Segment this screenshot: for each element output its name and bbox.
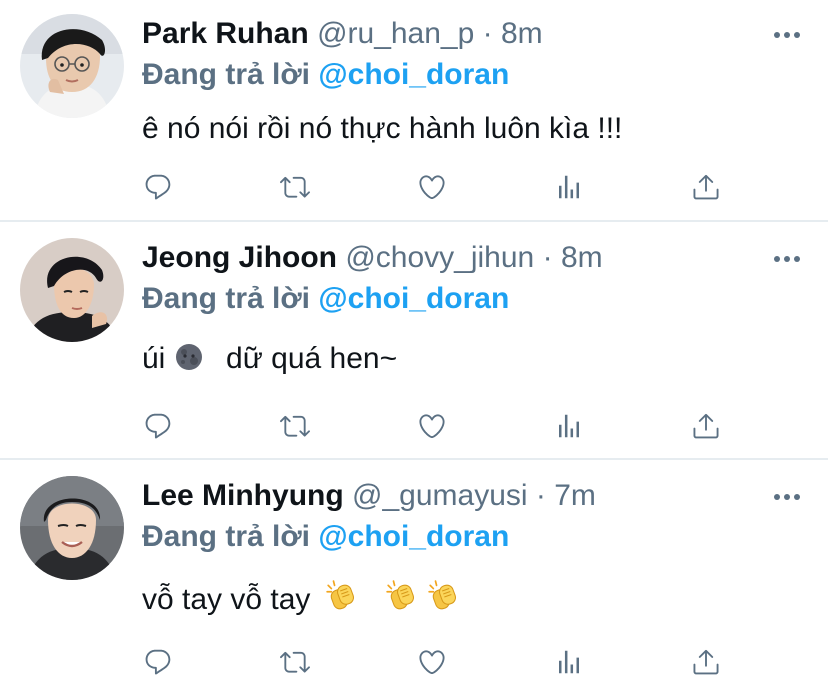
replying-to-label: Đang trả lời	[142, 520, 311, 553]
mention-link[interactable]: @choi_doran	[318, 58, 509, 91]
user-handle[interactable]: @_gumayusi	[352, 479, 528, 512]
tweet-header: Lee Minhyung @_gumayusi · 7m	[142, 478, 596, 514]
replying-to: Đang trả lời @choi_doran	[142, 57, 509, 93]
user-handle[interactable]: @chovy_jihun	[345, 241, 534, 274]
replying-to-label: Đang trả lời	[142, 282, 311, 315]
tweet-actions	[0, 408, 828, 444]
share-icon[interactable]	[688, 644, 724, 680]
display-name[interactable]: Park Ruhan	[142, 17, 309, 50]
retweet-icon[interactable]	[277, 644, 313, 680]
separator-dot: ·	[482, 17, 493, 50]
avatar[interactable]	[20, 476, 124, 580]
avatar[interactable]	[20, 14, 124, 118]
tweet-text: vỗ tay vỗ tay	[142, 579, 461, 618]
share-icon[interactable]	[688, 169, 724, 205]
share-icon[interactable]	[688, 408, 724, 444]
analytics-icon[interactable]	[551, 169, 587, 205]
more-options-icon[interactable]	[772, 254, 802, 264]
mention-link[interactable]: @choi_doran	[318, 282, 509, 315]
user-handle[interactable]: @ru_han_p	[317, 17, 474, 50]
tweet-actions	[0, 644, 828, 680]
tweet[interactable]: Jeong Jihoon @chovy_jihun · 8m Đang trả …	[0, 222, 828, 458]
more-options-icon[interactable]	[772, 30, 802, 40]
new-moon-face-emoji	[175, 344, 202, 370]
timestamp[interactable]: 7m	[554, 479, 596, 512]
tweet[interactable]: Lee Minhyung @_gumayusi · 7m Đang trả lờ…	[0, 460, 828, 693]
separator-dot: ·	[542, 241, 553, 274]
more-options-icon[interactable]	[772, 492, 802, 502]
replying-to-label: Đang trả lời	[142, 58, 311, 91]
analytics-icon[interactable]	[551, 644, 587, 680]
like-icon[interactable]	[414, 169, 450, 205]
analytics-icon[interactable]	[551, 408, 587, 444]
clapping-hands-emoji	[385, 579, 419, 613]
tweet-header: Park Ruhan @ru_han_p · 8m	[142, 16, 543, 52]
separator-dot: ·	[535, 479, 546, 512]
tweet-actions	[0, 169, 828, 205]
like-icon[interactable]	[414, 644, 450, 680]
clapping-hands-emoji	[325, 579, 359, 613]
retweet-icon[interactable]	[277, 169, 313, 205]
tweet[interactable]: Park Ruhan @ru_han_p · 8m Đang trả lời @…	[0, 0, 828, 220]
display-name[interactable]: Lee Minhyung	[142, 479, 344, 512]
display-name[interactable]: Jeong Jihoon	[142, 241, 337, 274]
tweet-text: úi dữ quá hen~	[142, 341, 397, 377]
replying-to: Đang trả lời @choi_doran	[142, 281, 509, 317]
retweet-icon[interactable]	[277, 408, 313, 444]
clapping-hands-emoji	[427, 579, 461, 613]
tweet-text-part: úi	[142, 342, 166, 375]
timestamp[interactable]: 8m	[561, 241, 603, 274]
replying-to: Đang trả lời @choi_doran	[142, 519, 509, 555]
reply-icon[interactable]	[140, 408, 176, 444]
mention-link[interactable]: @choi_doran	[318, 520, 509, 553]
tweet-text: ê nó nói rồi nó thực hành luôn kìa !!!	[142, 112, 623, 145]
like-icon[interactable]	[414, 408, 450, 444]
avatar[interactable]	[20, 238, 124, 342]
reply-icon[interactable]	[140, 169, 176, 205]
tweet-text-part: dữ quá hen~	[226, 342, 398, 375]
tweet-text-part: vỗ tay vỗ tay	[142, 583, 311, 616]
reply-icon[interactable]	[140, 644, 176, 680]
tweet-header: Jeong Jihoon @chovy_jihun · 8m	[142, 240, 603, 276]
timestamp[interactable]: 8m	[501, 17, 543, 50]
